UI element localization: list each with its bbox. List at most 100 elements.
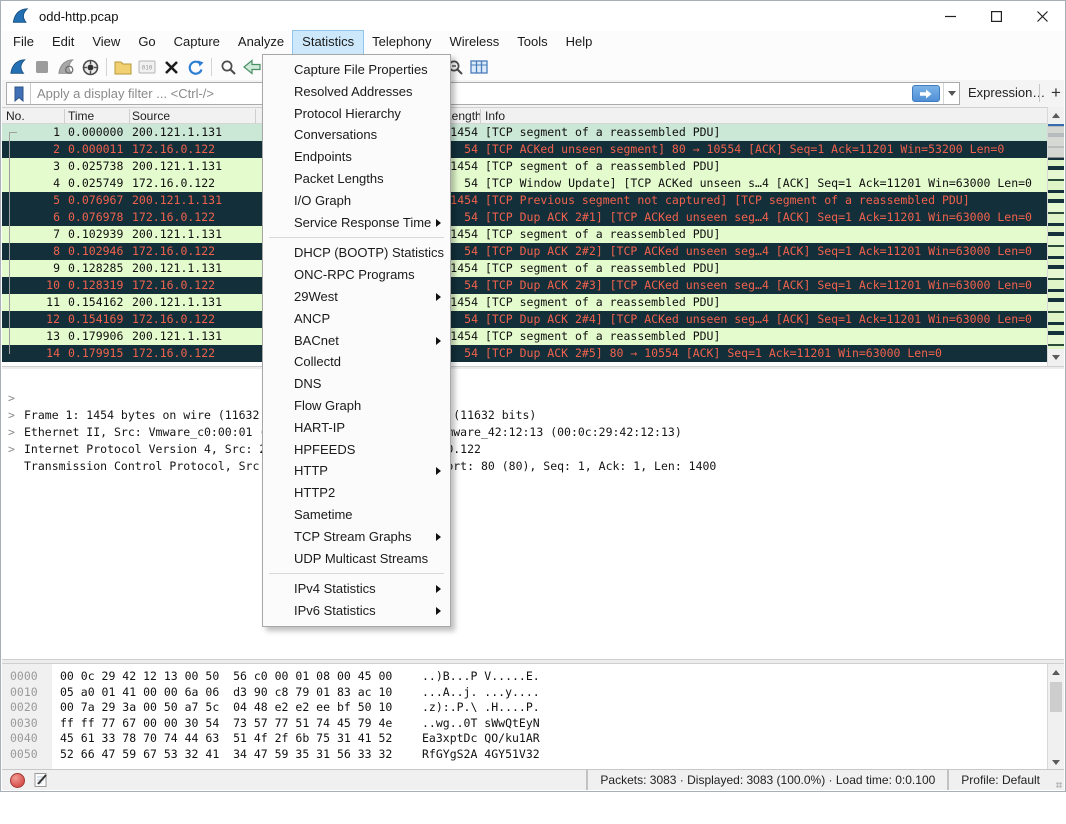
- column-divider[interactable]: [480, 109, 481, 125]
- statistics-menu-item[interactable]: DHCP (BOOTP) Statistics: [263, 242, 450, 264]
- hex-row[interactable]: 0020 00 7a 29 3a 00 50 a7 5c 04 48 e2 e2…: [2, 700, 1046, 716]
- hex-bytes[interactable]: 00 0c 29 42 12 13 00 50 56 c0 00 01 08 0…: [60, 669, 392, 685]
- hex-row[interactable]: 0000 00 0c 29 42 12 13 00 50 56 c0 00 01…: [2, 669, 1046, 685]
- column-divider[interactable]: [129, 109, 130, 125]
- menu-file[interactable]: File: [4, 31, 43, 54]
- column-divider[interactable]: [64, 109, 65, 125]
- scroll-up-button[interactable]: [1048, 107, 1064, 124]
- statistics-menu-item[interactable]: 29West: [263, 286, 450, 308]
- reload-file-icon[interactable]: [184, 56, 206, 78]
- statistics-menu-item[interactable]: IPv4 Statistics: [263, 578, 450, 600]
- statistics-menu-item[interactable]: IPv6 Statistics: [263, 600, 450, 622]
- statistics-menu-item[interactable]: Endpoints: [263, 146, 450, 168]
- packet-row[interactable]: 14 0.179915 172.16.0.122 54 [TCP Dup ACK…: [2, 345, 1050, 362]
- filter-bookmark-icon[interactable]: [7, 83, 31, 104]
- menu-statistics[interactable]: Statistics: [293, 31, 363, 54]
- hex-ascii[interactable]: ..wg..0T sWwQtEyN: [422, 716, 540, 732]
- expression-button[interactable]: Expression…: [968, 85, 1045, 100]
- add-filter-button[interactable]: +: [1046, 81, 1066, 105]
- hex-ascii[interactable]: RfGYgS2A 4GY51V32: [422, 747, 540, 763]
- hex-row[interactable]: 0040 45 61 33 78 70 74 44 63 51 4f 2f 6b…: [2, 731, 1046, 747]
- hex-row[interactable]: 0050 52 66 47 59 67 53 32 41 34 47 59 35…: [2, 747, 1046, 763]
- statistics-menu-item[interactable]: HTTP: [263, 460, 450, 482]
- start-capture-icon[interactable]: [7, 56, 29, 78]
- packet-row[interactable]: 2 0.000011 172.16.0.122 54 [TCP ACKed un…: [2, 141, 1050, 158]
- packet-row[interactable]: 8 0.102946 172.16.0.122 54 [TCP Dup ACK …: [2, 243, 1050, 260]
- menu-view[interactable]: View: [83, 31, 129, 54]
- statistics-menu-item[interactable]: Service Response Time: [263, 212, 450, 234]
- filter-history-dropdown[interactable]: [943, 83, 959, 104]
- packet-row[interactable]: 7 0.102939 200.121.1.131 1454 [TCP segme…: [2, 226, 1050, 243]
- go-back-icon[interactable]: [241, 56, 263, 78]
- packet-row[interactable]: 4 0.025749 172.16.0.122 54 [TCP Window U…: [2, 175, 1050, 192]
- minimize-button[interactable]: [927, 1, 973, 31]
- detail-tree-row[interactable]: > Frame 1: 1454 bytes on wire (11632 bit…: [2, 373, 1064, 390]
- packet-row[interactable]: 3 0.025738 200.121.1.131 1454 [TCP segme…: [2, 158, 1050, 175]
- hex-bytes[interactable]: 45 61 33 78 70 74 44 63 51 4f 2f 6b 75 3…: [60, 731, 392, 747]
- column-header-no[interactable]: No.: [6, 109, 25, 123]
- packet-row[interactable]: 9 0.128285 200.121.1.131 1454 [TCP segme…: [2, 260, 1050, 277]
- statistics-menu-item[interactable]: Capture File Properties: [263, 59, 450, 81]
- scroll-up-button[interactable]: [1048, 664, 1064, 681]
- statistics-menu-item[interactable]: Sametime: [263, 504, 450, 526]
- menu-tools[interactable]: Tools: [508, 31, 556, 54]
- display-filter-input[interactable]: [31, 86, 912, 101]
- menu-analyze[interactable]: Analyze: [229, 31, 293, 54]
- find-packet-icon[interactable]: [217, 56, 239, 78]
- column-divider[interactable]: [255, 109, 256, 125]
- statistics-menu-item[interactable]: ONC-RPC Programs: [263, 264, 450, 286]
- packet-row[interactable]: 1 0.000000 200.121.1.131 1454 [TCP segme…: [2, 124, 1050, 141]
- statistics-menu-item[interactable]: Conversations: [263, 124, 450, 146]
- packet-row[interactable]: 13 0.179906 200.121.1.131 1454 [TCP segm…: [2, 328, 1050, 345]
- menu-capture[interactable]: Capture: [165, 31, 229, 54]
- hex-ascii[interactable]: ...A..j. ...y....: [422, 685, 540, 701]
- scrollbar-thumb[interactable]: [1050, 682, 1062, 712]
- expand-chevron-icon[interactable]: >: [8, 441, 15, 458]
- detail-tree-row[interactable]: > Transmission Control Protocol, Src Por…: [2, 424, 1064, 441]
- menu-help[interactable]: Help: [557, 31, 602, 54]
- statistics-menu-item[interactable]: Protocol Hierarchy: [263, 103, 450, 125]
- save-file-icon[interactable]: 010: [136, 56, 158, 78]
- profile-label[interactable]: Profile: Default: [947, 770, 1052, 790]
- scrollbar-thumb[interactable]: [1048, 124, 1064, 158]
- hex-bytes[interactable]: 05 a0 01 41 00 00 6a 06 d3 90 c8 79 01 8…: [60, 685, 392, 701]
- scroll-down-button[interactable]: [1048, 349, 1064, 366]
- statistics-menu-item[interactable]: Resolved Addresses: [263, 81, 450, 103]
- menu-wireless[interactable]: Wireless: [440, 31, 508, 54]
- packet-list-scrollbar[interactable]: [1047, 107, 1064, 366]
- hex-ascii[interactable]: .z):.P.\ .H....P.: [422, 700, 540, 716]
- statistics-menu-item[interactable]: UDP Multicast Streams: [263, 548, 450, 570]
- hex-row[interactable]: 0030 ff ff 77 67 00 00 30 54 73 57 77 51…: [2, 716, 1046, 732]
- statistics-menu-item[interactable]: I/O Graph: [263, 190, 450, 212]
- hex-bytes[interactable]: 00 7a 29 3a 00 50 a7 5c 04 48 e2 e2 ee b…: [60, 700, 392, 716]
- packet-row[interactable]: 12 0.154169 172.16.0.122 54 [TCP Dup ACK…: [2, 311, 1050, 328]
- statistics-menu-item[interactable]: HTTP2: [263, 482, 450, 504]
- hex-row[interactable]: 0010 05 a0 01 41 00 00 6a 06 d3 90 c8 79…: [2, 685, 1046, 701]
- statistics-menu-item[interactable]: BACnet: [263, 330, 450, 352]
- menu-telephony[interactable]: Telephony: [363, 31, 440, 54]
- resize-grip[interactable]: [1052, 770, 1064, 790]
- packet-row[interactable]: 10 0.128319 172.16.0.122 54 [TCP Dup ACK…: [2, 277, 1050, 294]
- capture-status-icon[interactable]: [10, 773, 25, 788]
- hex-ascii[interactable]: Ea3xptDc QO/ku1AR: [422, 731, 540, 747]
- detail-tree-row[interactable]: > Ethernet II, Src: Vmware_c0:00:01 (00:…: [2, 390, 1064, 407]
- hex-ascii[interactable]: ..)B...P V.....E.: [422, 669, 540, 685]
- hex-bytes[interactable]: 52 66 47 59 67 53 32 41 34 47 59 35 31 5…: [60, 747, 392, 763]
- capture-options-icon[interactable]: [79, 56, 101, 78]
- detail-tree-row[interactable]: > Internet Protocol Version 4, Src: 200.…: [2, 407, 1064, 424]
- open-file-icon[interactable]: [112, 56, 134, 78]
- stop-capture-icon[interactable]: [31, 56, 53, 78]
- display-filter-box[interactable]: [6, 82, 960, 105]
- packet-row[interactable]: 5 0.076967 200.121.1.131 1454 [TCP Previ…: [2, 192, 1050, 209]
- resize-columns-icon[interactable]: [468, 56, 490, 78]
- packet-row[interactable]: 6 0.076978 172.16.0.122 54 [TCP Dup ACK …: [2, 209, 1050, 226]
- maximize-button[interactable]: [973, 1, 1019, 31]
- menu-edit[interactable]: Edit: [43, 31, 83, 54]
- packet-row[interactable]: 11 0.154162 200.121.1.131 1454 [TCP segm…: [2, 294, 1050, 311]
- apply-filter-button[interactable]: [912, 85, 940, 102]
- statistics-menu-item[interactable]: Collectd: [263, 351, 450, 373]
- capture-comment-icon[interactable]: [33, 772, 49, 788]
- statistics-menu-item[interactable]: HART-IP: [263, 417, 450, 439]
- column-header-time[interactable]: Time: [68, 109, 94, 123]
- restart-capture-icon[interactable]: [55, 56, 77, 78]
